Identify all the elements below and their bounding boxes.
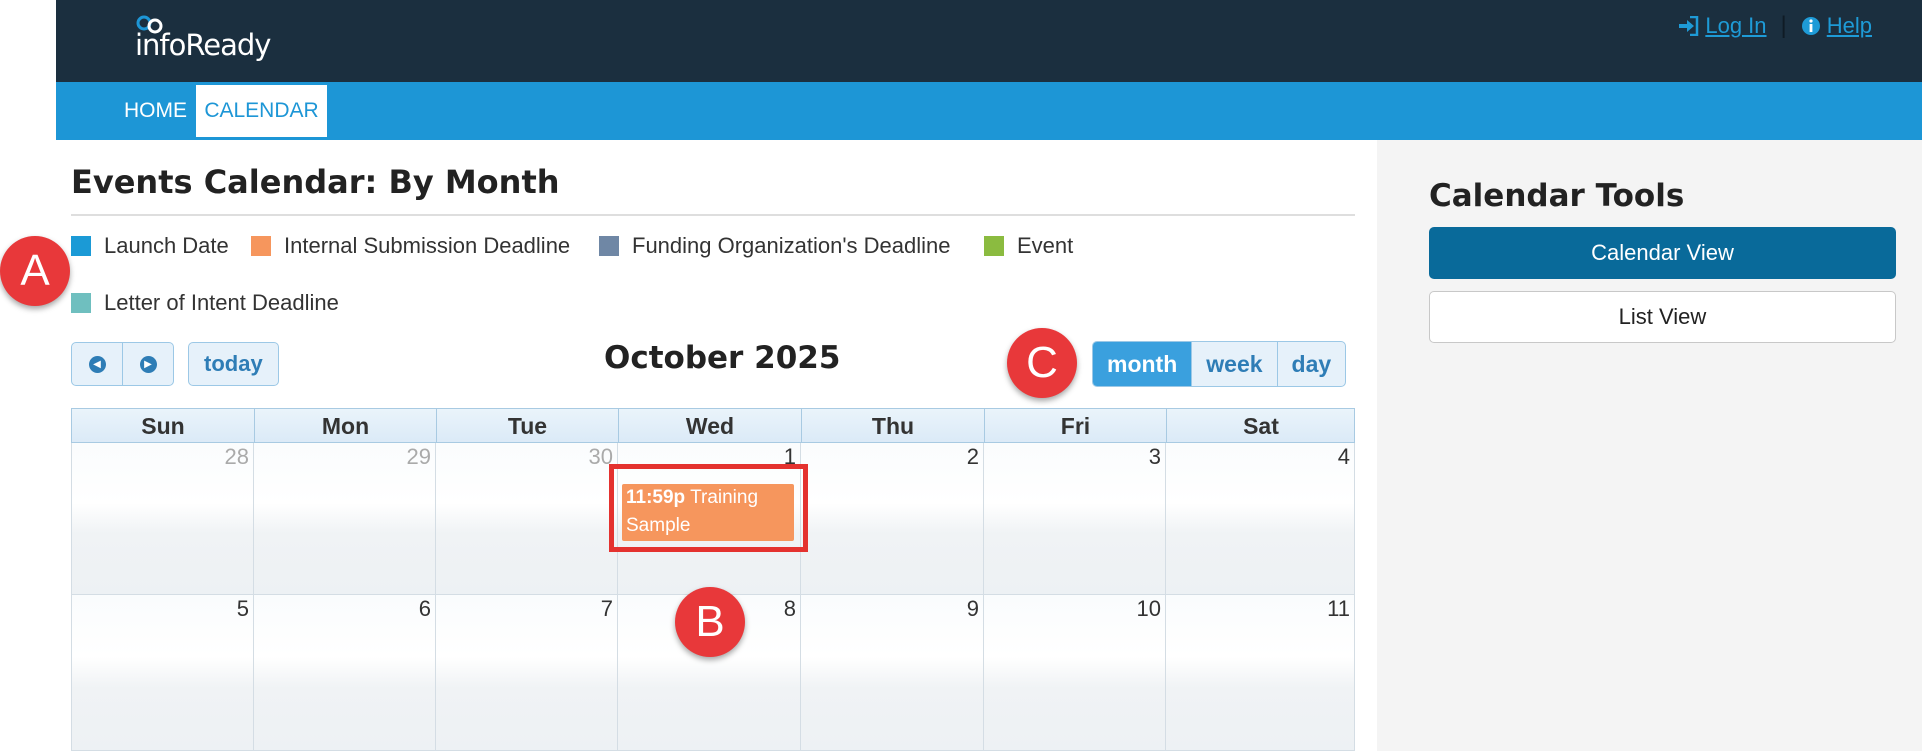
prev-month-button[interactable]: ◀ [72,343,122,385]
day-cell[interactable]: 2 [801,443,984,595]
legend-swatch [71,236,91,256]
date-number: 29 [406,444,431,469]
nav-calendar[interactable]: CALENDAR [196,85,327,137]
day-cell[interactable]: 5 [71,595,254,751]
legend-label: Funding Organization's Deadline [632,233,951,258]
legend-label: Letter of Intent Deadline [104,290,339,315]
view-switcher: month week day [1092,341,1347,387]
date-number: 1 [783,444,796,469]
legend-letter-of-intent-deadline: Letter of Intent Deadline [71,290,339,316]
calendar-grid: Sun Mon Tue Wed Thu Fri Sat 28 29 30 1 2… [71,408,1355,751]
day-header-row: Sun Mon Tue Wed Thu Fri Sat [71,408,1355,443]
date-number: 4 [1337,444,1350,469]
day-header: Tue [437,409,619,442]
day-header: Mon [255,409,437,442]
calendar-tools-title: Calendar Tools [1429,178,1685,214]
day-cell[interactable]: 10 [984,595,1166,751]
day-cell[interactable]: 7 [436,595,618,751]
top-bar: infoReady Log In | Help [56,0,1922,82]
page-gutter [0,0,56,751]
date-number: 6 [418,596,431,621]
day-header: Fri [985,409,1167,442]
day-cell[interactable]: 3 [984,443,1166,595]
date-number: 2 [966,444,979,469]
day-cell[interactable]: 29 [254,443,436,595]
legend-label: Launch Date [104,233,229,258]
date-number: 8 [783,596,796,621]
week-view-button[interactable]: week [1191,342,1276,386]
help-label: Help [1826,13,1872,38]
day-cell[interactable]: 11 [1166,595,1355,751]
legend-launch-date: Launch Date [71,233,229,259]
marker-c: C [1007,328,1077,398]
login-label: Log In [1705,13,1767,38]
event-time: 11:59p [626,487,686,508]
legend-internal-submission-deadline: Internal Submission Deadline [251,233,570,259]
day-header: Sun [72,409,255,442]
calendar-nav-buttons: ◀ ▶ today [71,342,279,386]
logo-text: infoReady [135,28,271,62]
marker-b: B [675,587,745,657]
prev-next-group: ◀ ▶ [71,342,174,386]
title-divider [71,214,1355,216]
legend-swatch [984,236,1004,256]
date-number: 30 [588,444,613,469]
nav-home[interactable]: HOME [124,82,187,138]
login-link[interactable]: Log In [1677,13,1767,39]
date-number: 9 [966,596,979,621]
date-number: 28 [224,444,249,469]
legend-event: Event [984,233,1073,259]
date-number: 10 [1136,596,1161,621]
legend-label: Event [1017,233,1074,258]
day-cell[interactable]: 28 [71,443,254,595]
day-cell[interactable]: 6 [254,595,436,751]
legend-swatch [599,236,619,256]
help-link[interactable]: Help [1801,13,1872,39]
day-header: Thu [802,409,985,442]
date-number: 5 [236,596,249,621]
sign-in-icon [1679,16,1699,36]
today-button[interactable]: today [188,342,279,386]
month-title: October 2025 [604,340,841,376]
day-view-button[interactable]: day [1276,342,1346,386]
chevron-left-icon: ◀ [88,355,106,373]
list-view-button[interactable]: List View [1429,291,1896,343]
day-cell[interactable]: 4 [1166,443,1355,595]
legend-funding-organization-deadline: Funding Organization's Deadline [599,233,951,259]
calendar-view-button[interactable]: Calendar View [1429,227,1896,279]
next-month-button[interactable]: ▶ [122,343,173,385]
day-cell[interactable]: 9 [801,595,984,751]
legend-swatch [251,236,271,256]
date-number: 7 [600,596,613,621]
page-title: Events Calendar: By Month [71,163,560,201]
month-view-button[interactable]: month [1093,342,1192,386]
main-nav: HOME CALENDAR [56,82,1922,140]
link-separator: | [1780,12,1787,39]
legend-label: Internal Submission Deadline [284,233,571,258]
calendar-tools-panel: Calendar Tools Calendar View List View [1377,140,1922,751]
legend-swatch [71,293,91,313]
chevron-right-icon: ▶ [139,355,157,373]
marker-a: A [0,236,70,306]
day-header: Sat [1243,413,1279,439]
day-header: Wed [619,409,802,442]
calendar-event[interactable]: 11:59p Training Sample [622,484,794,541]
top-links: Log In | Help [1677,12,1872,40]
info-icon [1801,17,1820,35]
date-number: 3 [1148,444,1161,469]
day-cell[interactable]: 30 [436,443,618,595]
date-number: 11 [1327,596,1350,621]
